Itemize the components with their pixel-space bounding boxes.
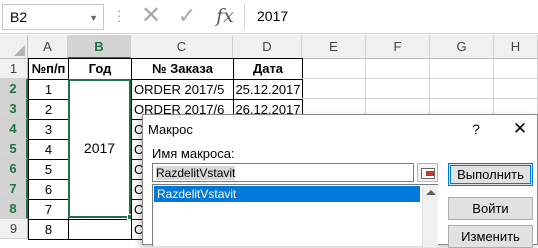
name-box[interactable]: B2 ▼ [2,4,104,30]
macro-name-label: Имя макроса: [152,146,235,161]
row-header-6[interactable]: 6 [0,159,28,179]
cell-e1[interactable] [302,59,366,79]
macro-list-item[interactable]: RazdelitVstavit [154,186,420,202]
row-header-8[interactable]: 8 [0,199,28,219]
row-header-7[interactable]: 7 [0,179,28,199]
cell-a4[interactable]: 3 [28,119,69,140]
range-select-icon[interactable] [417,163,438,182]
column-header-b[interactable]: B [68,35,131,59]
insert-function-button[interactable]: fx [212,2,238,30]
dialog-title: Макрос [148,122,193,137]
row-header-5[interactable]: 5 [0,139,28,159]
row-header-9[interactable]: 9 [0,219,28,239]
column-header-f[interactable]: F [366,35,430,59]
cell-g1[interactable] [430,59,494,79]
cell-a1[interactable]: №п/п [28,58,69,80]
cell-h2[interactable] [494,79,538,99]
run-button[interactable]: Выполнить [448,163,533,186]
cancel-icon[interactable]: ✕ [140,3,162,29]
cell-a5[interactable]: 4 [28,139,69,160]
cell-a9[interactable]: 8 [28,219,69,240]
enter-check-icon[interactable]: ✓ [176,3,198,29]
merged-cell-b2-b8[interactable]: 2017 [68,79,131,218]
cell-d1[interactable]: Дата [233,58,303,80]
column-header-a[interactable]: A [28,35,68,59]
cell-a6[interactable]: 5 [28,159,69,180]
cell-f1[interactable] [366,59,430,79]
cell-g2[interactable] [430,79,494,99]
scroll-up-arrow-icon[interactable] [426,190,436,195]
drag-handle-icon[interactable]: · · · [117,4,121,27]
cell-b1[interactable]: Год [68,58,132,80]
step-into-button[interactable]: Войти [448,197,533,220]
macro-list-scrollbar[interactable] [422,185,438,247]
row-header-1[interactable]: 1 [0,59,28,79]
cell-a2[interactable]: 1 [28,79,69,100]
select-all-corner[interactable] [0,35,28,59]
macro-name-input[interactable]: RazdelitVstavit [152,163,414,182]
cell-e2[interactable] [302,79,366,99]
column-header-d[interactable]: D [233,35,302,59]
cell-f2[interactable] [366,79,430,99]
formula-bar: B2 ▼ · · · ✕ ✓ fx 2017 [0,0,538,34]
column-header-e[interactable]: E [302,35,366,59]
column-header-h[interactable]: H [494,35,538,59]
cell-h1[interactable] [494,59,538,79]
column-header-g[interactable]: G [430,35,494,59]
cell-a3[interactable]: 2 [28,99,69,120]
chevron-down-icon[interactable]: ▼ [89,13,98,23]
row-header-4[interactable]: 4 [0,119,28,139]
cell-c2[interactable]: ORDER 2017/5 [131,79,234,100]
cell-d2[interactable]: 25.12.2017 [233,79,303,100]
macro-dialog: Макрос ? ✕ Имя макроса: RazdelitVstavit … [142,114,538,248]
macro-name-value: RazdelitVstavit [156,166,236,180]
name-box-value: B2 [10,9,28,25]
macro-list[interactable]: RazdelitVstavit [152,184,438,247]
row-header-3[interactable]: 3 [0,99,28,119]
help-icon[interactable]: ? [466,118,486,140]
cell-b9[interactable] [68,219,132,240]
cell-a8[interactable]: 7 [28,199,69,220]
row-header-2[interactable]: 2 [0,79,28,99]
close-icon[interactable]: ✕ [507,117,533,141]
formula-input[interactable]: 2017 [245,4,538,30]
column-header-c[interactable]: C [131,35,233,59]
cell-a7[interactable]: 6 [28,179,69,200]
cell-c1[interactable]: № Заказа [131,58,234,80]
